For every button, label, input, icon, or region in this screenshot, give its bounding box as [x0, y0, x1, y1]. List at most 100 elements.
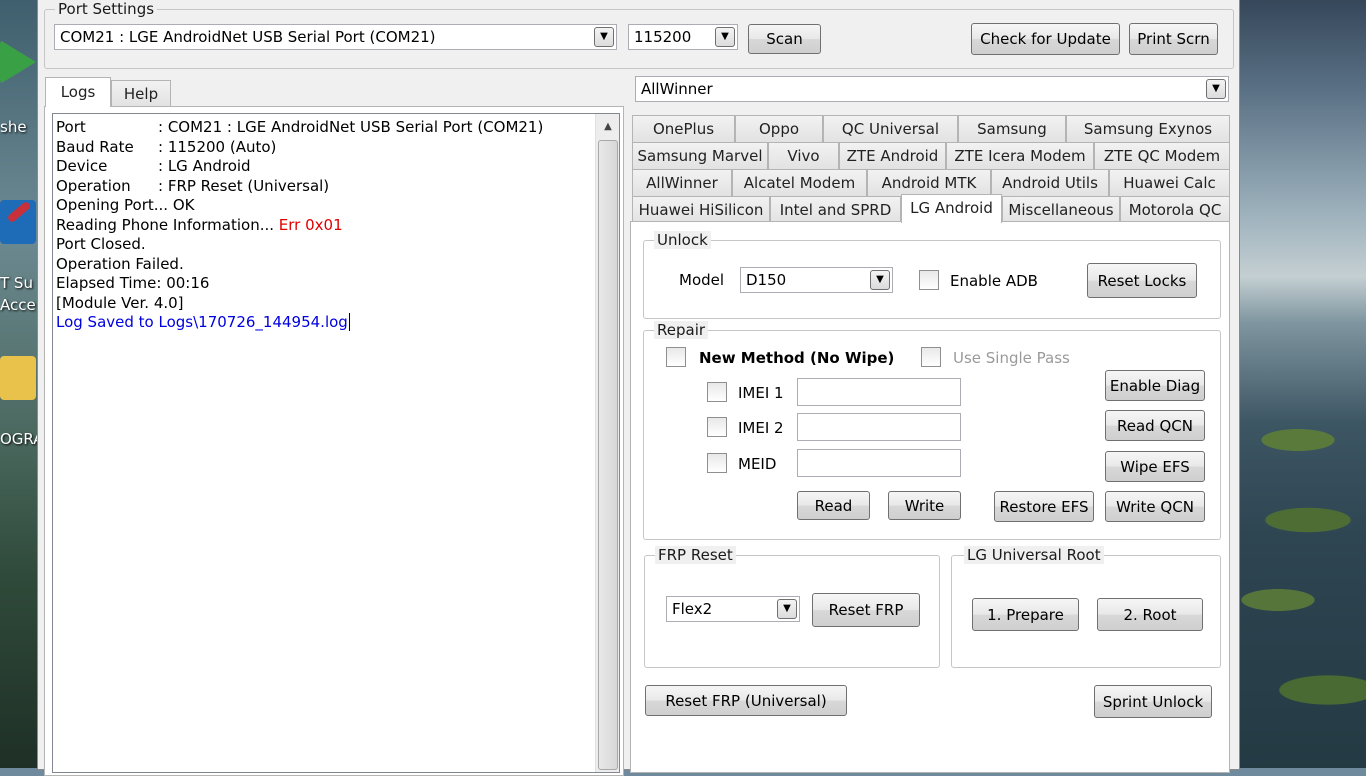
tab-huawei-calc[interactable]: Huawei Calc	[1109, 169, 1230, 196]
log-key: Baud Rate	[56, 137, 134, 156]
log-reading-text: Reading Phone Information...	[56, 215, 279, 234]
tab-oneplus[interactable]: OnePlus	[632, 115, 735, 142]
write-qcn-button[interactable]: Write QCN	[1105, 491, 1205, 522]
tab-motorola-qc[interactable]: Motorola QC	[1120, 196, 1230, 223]
tab-zte-icera-modem[interactable]: ZTE Icera Modem	[946, 142, 1094, 169]
platform-select[interactable]: AllWinner ▼	[635, 76, 1229, 102]
log-line-operation-failed: Operation Failed.	[56, 254, 184, 273]
chevron-down-icon[interactable]: ▼	[777, 599, 797, 619]
main-window: Port Settings COM21 : LGE AndroidNet USB…	[37, 0, 1240, 776]
write-button[interactable]: Write	[888, 491, 961, 520]
model-label: Model	[679, 271, 725, 289]
enable-adb-checkbox[interactable]	[919, 270, 939, 290]
repair-title: Repair	[654, 321, 709, 339]
scan-button[interactable]: Scan	[748, 24, 821, 54]
scroll-up-icon[interactable]: ▲	[598, 117, 618, 137]
folder-icon	[0, 356, 36, 400]
tab-alcatel-modem[interactable]: Alcatel Modem	[732, 169, 867, 196]
log-value: : FRP Reset (Universal)	[158, 176, 330, 195]
tab-zte-qc-modem[interactable]: ZTE QC Modem	[1094, 142, 1230, 169]
scroll-thumb[interactable]	[598, 140, 618, 770]
tab-oppo[interactable]: Oppo	[735, 115, 823, 142]
baud-select-value: 115200	[634, 28, 692, 46]
tab-qc-universal[interactable]: QC Universal	[823, 115, 958, 142]
meid-checkbox[interactable]	[707, 453, 727, 473]
port-select[interactable]: COM21 : LGE AndroidNet USB Serial Port (…	[54, 24, 617, 50]
read-button[interactable]: Read	[797, 491, 870, 520]
frp-method-select[interactable]: Flex2 ▼	[666, 596, 800, 622]
tab-samsung-exynos[interactable]: Samsung Exynos	[1066, 115, 1230, 142]
imei1-checkbox[interactable]	[707, 382, 727, 402]
log-line-module-ver: [Module Ver. 4.0]	[56, 293, 184, 312]
prepare-button[interactable]: 1. Prepare	[972, 598, 1079, 631]
log-line-port: Port : COM21 : LGE AndroidNet USB Serial …	[56, 118, 586, 138]
log-error-code: Err 0x01	[278, 215, 343, 234]
imei1-label: IMEI 1	[738, 384, 784, 402]
sprint-unlock-button[interactable]: Sprint Unlock	[1094, 685, 1212, 718]
baud-select[interactable]: 115200 ▼	[628, 24, 738, 50]
log-line-device: Device : LG Android	[56, 157, 586, 177]
tab-logs[interactable]: Logs	[45, 77, 111, 107]
port-select-value: COM21 : LGE AndroidNet USB Serial Port (…	[60, 28, 436, 46]
single-pass-checkbox[interactable]	[921, 347, 941, 367]
log-line-opening-port: Opening Port... OK	[56, 196, 195, 214]
tab-samsung-marvel[interactable]: Samsung Marvel	[632, 142, 768, 169]
tab-miscellaneous[interactable]: Miscellaneous	[1002, 196, 1120, 223]
log-line-port-closed: Port Closed.	[56, 235, 146, 253]
unlock-title: Unlock	[654, 231, 711, 249]
tab-zte-android[interactable]: ZTE Android	[839, 142, 946, 169]
root-button[interactable]: 2. Root	[1097, 598, 1203, 631]
log-scrollbar[interactable]: ▲	[595, 114, 619, 772]
desktop-icon-sublabel: Acce	[0, 296, 36, 314]
enable-diag-button[interactable]: Enable Diag	[1105, 370, 1205, 401]
platform-select-value: AllWinner	[641, 80, 713, 98]
reset-frp-button[interactable]: Reset FRP	[812, 593, 920, 627]
chevron-down-icon[interactable]: ▼	[870, 270, 890, 290]
tab-android-mtk[interactable]: Android MTK	[867, 169, 991, 196]
imei2-checkbox[interactable]	[707, 417, 727, 437]
check-for-update-button[interactable]: Check for Update	[971, 23, 1120, 55]
new-method-checkbox[interactable]	[666, 347, 686, 367]
lg-universal-root-title: LG Universal Root	[964, 546, 1104, 564]
tab-help[interactable]: Help	[111, 80, 171, 107]
log-value: : COM21 : LGE AndroidNet USB Serial Port…	[158, 118, 544, 136]
tab-lg-android[interactable]: LG Android	[901, 194, 1002, 223]
tab-intel-and-sprd[interactable]: Intel and SPRD	[770, 196, 901, 223]
enable-adb-label: Enable ADB	[950, 272, 1038, 290]
desktop-icon-label: OGRA	[0, 430, 40, 448]
imei1-input[interactable]	[797, 378, 961, 406]
chevron-down-icon[interactable]: ▼	[1206, 79, 1226, 99]
log-value: : LG Android	[158, 157, 251, 175]
model-select[interactable]: D150 ▼	[740, 267, 893, 293]
tab-vivo[interactable]: Vivo	[768, 142, 839, 169]
log-line-saved: Log Saved to Logs\170726_144954.log​	[56, 313, 586, 333]
read-qcn-button[interactable]: Read QCN	[1105, 410, 1205, 441]
lg-android-panel: Unlock Model D150 ▼ Enable ADB Reset Loc…	[630, 221, 1230, 773]
log-textarea[interactable]: Port : COM21 : LGE AndroidNet USB Serial …	[52, 113, 620, 773]
log-key: Operation	[56, 176, 131, 195]
desktop-icon-label: T Su	[0, 274, 33, 292]
tab-allwinner[interactable]: AllWinner	[632, 169, 732, 196]
tab-samsung[interactable]: Samsung	[958, 115, 1066, 142]
imei2-input[interactable]	[797, 413, 961, 441]
log-line-elapsed: Elapsed Time: 00:16	[56, 274, 210, 292]
meid-input[interactable]	[797, 449, 961, 477]
log-key: Port	[56, 118, 86, 136]
desktop-icon-label: she	[0, 118, 27, 136]
log-key: Device	[56, 157, 108, 175]
meid-label: MEID	[738, 455, 777, 473]
reset-frp-universal-button[interactable]: Reset FRP (Universal)	[645, 685, 847, 716]
port-settings-title: Port Settings	[55, 0, 158, 18]
restore-efs-button[interactable]: Restore EFS	[994, 491, 1094, 522]
reset-locks-button[interactable]: Reset Locks	[1087, 263, 1197, 298]
log-line-baud: Baud Rate: 115200 (Auto)	[56, 138, 586, 158]
print-screen-button[interactable]: Print Scrn	[1129, 23, 1218, 55]
wipe-efs-button[interactable]: Wipe EFS	[1105, 451, 1205, 482]
chevron-down-icon[interactable]: ▼	[715, 27, 735, 47]
log-line-reading-info: Reading Phone Information... Err 0x01	[56, 216, 586, 236]
chevron-down-icon[interactable]: ▼	[594, 27, 614, 47]
tab-android-utils[interactable]: Android Utils	[991, 169, 1109, 196]
single-pass-label: Use Single Pass	[953, 349, 1070, 367]
tab-huawei-hisilicon[interactable]: Huawei HiSilicon	[632, 196, 770, 223]
frp-method-value: Flex2	[672, 600, 713, 618]
